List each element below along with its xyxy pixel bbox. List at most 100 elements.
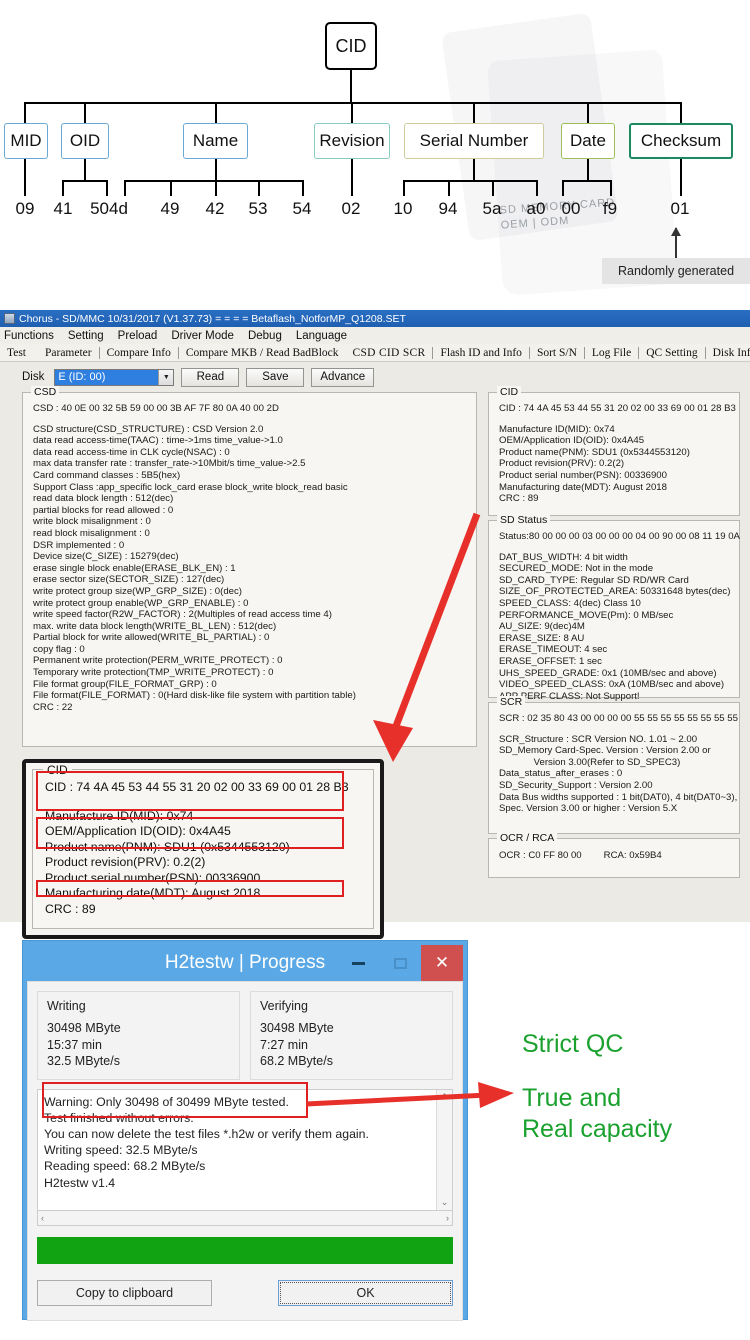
qc-line-2b: Real capacity	[522, 1115, 673, 1143]
cid-zoom-callout: CID CID : 74 4A 45 53 44 55 31 20 02 00 …	[22, 759, 384, 939]
csd-line-2: CSD structure(CSD_STRUCTURE) : CSD Versi…	[33, 423, 264, 435]
csd-line-25: File format(FILE_FORMAT) : 0(Hard disk-l…	[33, 690, 356, 702]
sd-status-panel-caption: SD Status	[497, 514, 551, 526]
tree-leaf-stem-serial	[473, 159, 475, 180]
close-icon[interactable]: ✕	[421, 945, 463, 981]
tree-leaf-tick-date-0	[562, 180, 564, 196]
disk-select-value: E (ID: 00)	[55, 369, 159, 385]
scr-panel: SCR SCR : 02 35 80 43 00 00 00 00 55 55 …	[488, 696, 740, 834]
log-line-2: You can now delete the test files *.h2w …	[44, 1126, 369, 1141]
scr-panel-caption: SCR	[497, 696, 526, 708]
tab-parameter[interactable]: Parameter	[38, 346, 100, 359]
vertical-scrollbar[interactable]: ⌃ ⌄	[436, 1089, 452, 1210]
save-button[interactable]: Save	[246, 367, 305, 387]
menu-item-preload[interactable]: Preload	[118, 330, 158, 342]
tree-leaf-bracket-serial	[403, 180, 537, 182]
minimize-icon[interactable]	[337, 945, 379, 981]
tree-hex-3: 49	[160, 199, 180, 218]
tab-flash-id-and-info[interactable]: Flash ID and Info	[433, 346, 530, 359]
copy-to-clipboard-button[interactable]: Copy to clipboard	[37, 1279, 212, 1306]
callout-line-5: Product revision(PRV): 0.2(2)	[45, 855, 206, 869]
tree-hex-9: 94	[438, 199, 458, 218]
qc-line-2a: True and	[522, 1084, 622, 1112]
csd-line-12: DSR implemented : 0	[33, 539, 125, 551]
sd-status-panel-body: Status:80 00 00 00 03 00 00 00 04 00 90 …	[489, 521, 740, 706]
sds-line-0: Status:80 00 00 00 03 00 00 00 04 00 90 …	[499, 531, 740, 542]
tree-hex-8: 10	[393, 199, 413, 218]
csd-line-22: Permanent write protection(PERM_WRITE_PR…	[33, 655, 283, 667]
tree-connector-drop-revision	[351, 102, 353, 124]
chevron-down-icon[interactable]: ▼	[158, 369, 174, 385]
ok-button[interactable]: OK	[278, 1279, 453, 1306]
tree-leaf-line-mid	[24, 159, 26, 196]
tree-node-mid: MID	[4, 123, 48, 159]
callout-line-6: Product serial number(PSN): 00336900	[45, 870, 261, 885]
csd-panel-caption: CSD	[31, 386, 60, 398]
scr-line-6: SD_Security_Support : Version 2.00	[499, 779, 653, 791]
tab-compare-info[interactable]: Compare Info	[100, 346, 179, 359]
tree-leaf-tick-date-1	[610, 180, 612, 196]
disk-select[interactable]: E (ID: 00) ▼	[54, 368, 175, 386]
tab-csd-cid-scr[interactable]: CSD CID SCR	[346, 346, 434, 359]
tree-leaf-tick-serial-2	[492, 180, 494, 196]
callout-line-0: CID : 74 4A 45 53 44 55 31 20 02 00 33 6…	[45, 780, 349, 794]
writing-speed: 32.5 MByte/s	[47, 1054, 120, 1068]
tree-hex-11: a0	[526, 199, 546, 218]
tree-leaf-tick-serial-3	[536, 180, 538, 196]
tree-connector-drop-date	[587, 102, 589, 124]
watermark-contacts	[467, 22, 593, 80]
tab-disk-info[interactable]: Disk Info	[706, 347, 750, 359]
sds-line-4: SD_CARD_TYPE: Regular SD RD/WR Card	[499, 574, 689, 586]
sds-line-11: ERASE_OFFSET: 1 sec	[499, 655, 602, 667]
scr-line-5: Data_status_after_erases : 0	[499, 768, 623, 780]
tree-connector-drop-checksum	[680, 102, 682, 124]
csd-line-9: partial blocks for read allowed : 0	[33, 504, 174, 516]
tree-leaf-stem-name	[215, 159, 217, 180]
csd-line-23: Temporary write protection(TMP_WRITE_PRO…	[33, 667, 274, 679]
horizontal-scrollbar[interactable]: ‹ ›	[37, 1210, 453, 1226]
h2testw-titlebar: H2testw | Progress ✕	[27, 945, 463, 981]
tree-leaf-tick-name-0	[124, 180, 126, 196]
callout-line-3: OEM/Application ID(OID): 0x4A45	[45, 824, 231, 838]
menu-item-debug[interactable]: Debug	[248, 330, 282, 342]
cid-line-0: CID : 74 4A 45 53 44 55 31 20 02 00 33 6…	[499, 403, 736, 414]
randomly-generated-tooltip: Randomly generated	[602, 258, 750, 284]
tree-hex-5: 53	[248, 199, 268, 218]
tab-compare-mkb-read-badblock[interactable]: Compare MKB / Read BadBlock	[179, 347, 346, 359]
sds-line-2: DAT_BUS_WIDTH: 4 bit width	[499, 551, 628, 563]
tab-test[interactable]: Test	[0, 347, 38, 359]
csd-line-26: CRC : 22	[33, 701, 73, 713]
disk-label: Disk	[22, 371, 45, 383]
tree-connector-drop-serial	[473, 102, 475, 124]
h2testw-dialog: H2testw | Progress ✕ Writing 30498 MByte…	[22, 940, 468, 1321]
menu-item-setting[interactable]: Setting	[68, 330, 104, 342]
scroll-left-icon[interactable]: ‹	[41, 1213, 44, 1223]
csd-line-10: write block misalignment : 0	[33, 516, 151, 528]
tab-sort-sn[interactable]: Sort S/N	[530, 346, 585, 359]
tab-log-file[interactable]: Log File	[585, 346, 640, 359]
scroll-right-icon[interactable]: ›	[446, 1213, 449, 1223]
callout-line-2: Manufacture ID(MID): 0x74	[45, 808, 194, 823]
csd-line-3: data read access-time(TAAC) : time->1ms …	[33, 435, 283, 447]
chorus-application-window: Chorus - SD/MMC 10/31/2017 (V1.37.73) = …	[0, 310, 750, 939]
ocr-rca-panel-caption: OCR / RCA	[497, 832, 558, 844]
tab-qc-setting[interactable]: QC Setting	[639, 346, 706, 359]
menu-item-language[interactable]: Language	[296, 330, 347, 342]
cid-line-7: Manufacturing date(MDT): August 2018	[499, 481, 667, 493]
tree-leaf-tick-serial-1	[448, 180, 450, 196]
csd-panel: CSD CSD : 40 0E 00 32 5B 59 00 00 3B AF …	[22, 386, 477, 747]
tree-hex-2: 504d	[90, 199, 128, 218]
maximize-icon[interactable]	[379, 945, 421, 981]
menu-item-driver-mode[interactable]: Driver Mode	[171, 330, 234, 342]
tooltip-arrow-icon	[671, 227, 681, 258]
csd-line-15: erase sector size(SECTOR_SIZE) : 127(dec…	[33, 574, 225, 586]
tree-hex-4: 42	[205, 199, 225, 218]
advance-button[interactable]: Advance	[311, 367, 375, 387]
read-button[interactable]: Read	[181, 367, 240, 387]
sds-line-5: SIZE_OF_PROTECTED_AREA: 50331648 bytes(d…	[499, 586, 731, 598]
tree-node-name: Name	[183, 123, 248, 159]
menu-item-functions[interactable]: Functions	[4, 330, 54, 342]
scroll-down-icon[interactable]: ⌄	[441, 1197, 449, 1208]
log-line-3: Writing speed: 32.5 MByte/s	[44, 1143, 198, 1158]
scroll-up-icon[interactable]: ⌃	[441, 1092, 449, 1103]
